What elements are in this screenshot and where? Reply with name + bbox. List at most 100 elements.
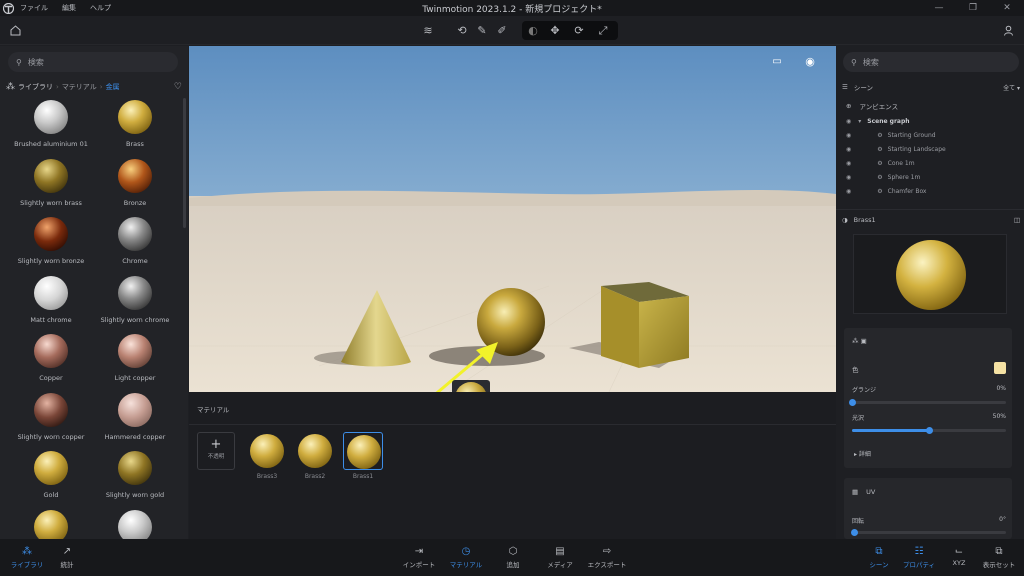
menu-help[interactable]: ヘルプ: [90, 3, 111, 13]
library-search-input[interactable]: ⚲ 検索: [8, 52, 178, 72]
material-tile[interactable]: Slightly worn bronze: [6, 217, 96, 275]
material-tile[interactable]: Matt chrome: [6, 275, 96, 334]
material-tile[interactable]: Slightly worn gold: [90, 451, 180, 509]
material-tile[interactable]: Slightly worn copper: [6, 392, 96, 451]
material-label: Light copper: [114, 374, 156, 382]
material-label: Slightly worn bronze: [17, 257, 85, 265]
material-tile[interactable]: [6, 509, 96, 539]
panel-layout-icon[interactable]: ▭: [769, 56, 785, 70]
scene-graph-row[interactable]: ◉ ▾ Scene graph: [836, 114, 1024, 128]
shapes-icon[interactable]: ⟲: [452, 20, 472, 40]
material-tile[interactable]: Slightly worn chrome: [90, 275, 180, 334]
material-thumbnail: [118, 158, 152, 193]
breadcrumb-current: 金属: [105, 83, 120, 91]
3d-viewport[interactable]: ▭ ◉: [189, 46, 836, 392]
minimize-icon[interactable]: —: [922, 0, 956, 16]
scene-item-row[interactable]: ◉ ⚙ Chamfer Box: [836, 184, 1024, 198]
paint-brush-icon[interactable]: ✎: [472, 20, 492, 40]
material-tile[interactable]: Chrome: [90, 217, 180, 275]
material-tile[interactable]: Light copper: [90, 334, 180, 392]
dock-button[interactable]: ⧉ 表示セット: [976, 545, 1022, 573]
dock-button[interactable]: ⇨ エクスポート: [584, 545, 630, 573]
material-tile[interactable]: Hammered copper: [90, 392, 180, 451]
uv-header: ▦ UV: [852, 488, 875, 496]
dock-button[interactable]: ◷ マテリアル: [443, 545, 489, 573]
user-icon[interactable]: [998, 20, 1018, 40]
scene-filter-dropdown[interactable]: 全て ▾: [1003, 83, 1020, 92]
dock-button[interactable]: ▤ メディア: [537, 545, 583, 573]
ambience-row[interactable]: ⊕ アンビエンス: [846, 101, 898, 111]
scene-item-row[interactable]: ◉ ⚙ Starting Landscape: [836, 142, 1024, 156]
project-material-item[interactable]: Brass2: [295, 432, 335, 480]
favorite-heart-icon[interactable]: ♡: [174, 82, 182, 92]
eye-icon[interactable]: ◉: [846, 174, 851, 181]
list-icon: ☰: [842, 83, 848, 91]
library-scrollbar[interactable]: [183, 98, 186, 228]
rotate-icon[interactable]: ⟳: [570, 21, 588, 40]
scene-item-label: Chamfer Box: [887, 187, 927, 195]
glossiness-slider[interactable]: [849, 399, 1006, 406]
dock-icon: ↗: [62, 546, 72, 557]
project-material-item[interactable]: Brass3: [247, 432, 287, 480]
material-tile[interactable]: [90, 509, 180, 539]
material-tile[interactable]: Slightly worn brass: [6, 158, 96, 217]
breadcrumb-library[interactable]: ライブラリ: [18, 82, 53, 92]
split-view-icon[interactable]: ◫: [1014, 216, 1020, 224]
eye-icon[interactable]: ◉: [846, 146, 851, 153]
dock-label: ライブラリ: [10, 561, 44, 569]
breadcrumb-materials[interactable]: マテリアル: [62, 82, 97, 92]
dock-button[interactable]: ↗ 統計: [44, 545, 90, 573]
project-material-item[interactable]: Brass1: [343, 432, 383, 480]
scene-item-row[interactable]: ◉ ⚙ Starting Ground: [836, 128, 1024, 142]
rotation-slider-knob[interactable]: [851, 529, 858, 536]
color-swatch[interactable]: [994, 362, 1006, 374]
visibility-eye-icon[interactable]: ◉: [801, 55, 819, 69]
glossiness-slider-knob[interactable]: [849, 399, 856, 406]
restore-icon[interactable]: ❐: [956, 0, 990, 16]
layers-icon[interactable]: ≋: [418, 20, 438, 40]
eyedropper-icon[interactable]: ✐: [492, 20, 512, 40]
material-name: Brass1: [853, 216, 876, 224]
shine-slider[interactable]: [852, 427, 1006, 434]
menu-file[interactable]: ファイル: [20, 3, 48, 13]
details-toggle[interactable]: ▸ 詳細: [854, 449, 871, 458]
material-tile[interactable]: Brushed aluminium 01: [6, 100, 96, 158]
collapse-arrow-icon[interactable]: ▾: [858, 118, 861, 125]
object-icon: ⚙: [877, 187, 883, 195]
eye-icon[interactable]: ◉: [846, 188, 851, 195]
select-icon[interactable]: ◐: [524, 21, 542, 40]
dock-label: シーン: [869, 561, 889, 569]
material-thumbnail: [34, 392, 68, 427]
material-tile[interactable]: Copper: [6, 334, 96, 392]
dock-label: エクスポート: [587, 561, 627, 569]
rotation-slider[interactable]: [851, 529, 1006, 536]
dock-button[interactable]: ⇥ インポート: [396, 545, 442, 573]
scene-item-row[interactable]: ◉ ⚙ Sphere 1m: [836, 170, 1024, 184]
material-label: Slightly worn brass: [20, 198, 82, 207]
add-material-label: 不透明: [207, 454, 225, 460]
shine-slider-knob[interactable]: [926, 427, 933, 434]
add-material-button[interactable]: + 不透明: [197, 432, 235, 470]
home-icon[interactable]: [5, 20, 25, 40]
bottom-dock: ⁂ ライブラリ ↗ 統計 ⇥ インポート ◷ マテリアル ⬡ 追加 ▤ メディア ⇨ エクスポート ⧉ シ…: [0, 539, 1024, 576]
scene-search-input[interactable]: ⚲ 検索: [843, 52, 1019, 72]
dock-button[interactable]: ⬡ 追加: [490, 545, 536, 573]
scene-item-row[interactable]: ◉ ⚙ Cone 1m: [836, 156, 1024, 170]
scale-icon[interactable]: ⤢: [594, 21, 612, 40]
material-tile[interactable]: Gold: [6, 451, 96, 509]
material-label: Hammered copper: [104, 432, 166, 441]
material-label: Chrome: [122, 257, 148, 265]
scene-item-label: Starting Landscape: [887, 145, 946, 153]
dock-label: メディア: [547, 561, 573, 569]
eye-icon[interactable]: ◉: [846, 160, 851, 167]
project-material-thumbnail: [250, 434, 284, 468]
material-tile[interactable]: Bronze: [90, 158, 180, 217]
material-tile[interactable]: Brass: [90, 100, 180, 158]
close-icon[interactable]: ✕: [990, 0, 1024, 16]
move-icon[interactable]: ✥: [546, 21, 564, 40]
eye-icon[interactable]: ◉: [846, 118, 851, 125]
material-thumbnail: [118, 217, 152, 251]
menu-edit[interactable]: 編集: [62, 3, 76, 13]
library-icon: ⁂: [6, 82, 15, 92]
eye-icon[interactable]: ◉: [846, 132, 851, 139]
